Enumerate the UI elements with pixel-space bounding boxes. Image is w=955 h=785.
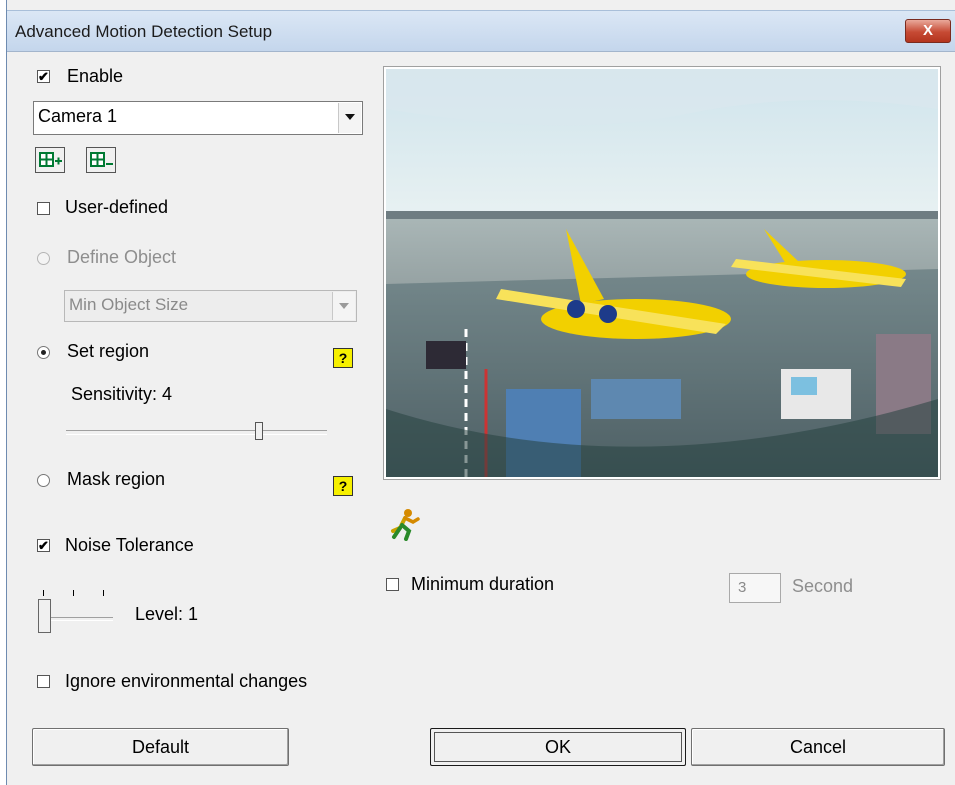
sensitivity-label: Sensitivity: 4 [71,384,173,404]
title-bar[interactable]: Advanced Motion Detection Setup X [7,10,955,52]
define-object-radio[interactable] [37,252,50,265]
running-man-icon [391,509,420,541]
mask-region-label: Mask region [67,469,166,489]
cancel-button[interactable]: Cancel [691,728,945,766]
duration-unit-label: Second [792,576,854,596]
level-tick [103,590,104,596]
noise-tolerance-checkbox[interactable]: ✔ [37,539,50,552]
close-button[interactable]: X [905,19,951,43]
level-tick [43,590,44,596]
set-region-label: Set region [67,341,150,361]
grid-add-icon [39,152,62,167]
default-button[interactable]: Default [32,728,289,766]
minimum-duration-label: Minimum duration [411,574,555,594]
grid-remove-icon [90,152,113,167]
sensitivity-slider-track[interactable] [66,430,327,435]
chevron-down-icon [338,103,361,133]
noise-tolerance-label: Noise Tolerance [65,535,194,555]
minimum-duration-input[interactable]: 3 [729,573,781,603]
dialog-window: Advanced Motion Detection Setup X ✔ Enab… [6,0,955,785]
camera-select[interactable]: Camera 1 [33,101,363,135]
ok-button[interactable]: OK [430,728,686,766]
user-defined-label: User-defined [65,197,169,217]
level-label: Level: 1 [135,604,199,624]
level-tick [73,590,74,596]
add-region-button[interactable] [35,147,65,173]
enable-label: Enable [67,66,124,86]
level-slider-thumb[interactable] [38,599,51,633]
set-region-radio[interactable] [37,346,50,359]
mask-region-help-icon[interactable]: ? [333,476,353,496]
enable-checkbox[interactable]: ✔ [37,70,50,83]
object-size-select[interactable]: Min Object Size [64,290,357,322]
user-defined-checkbox[interactable] [37,202,50,215]
chevron-down-icon [332,292,355,320]
define-object-label: Define Object [67,247,177,267]
ignore-environment-label: Ignore environmental changes [65,671,308,691]
camera-select-value: Camera 1 [38,106,118,126]
window-title: Advanced Motion Detection Setup [15,22,273,41]
object-size-value: Min Object Size [69,295,189,314]
set-region-help-icon[interactable]: ? [333,348,353,368]
minimum-duration-checkbox[interactable] [386,578,399,591]
level-slider-track[interactable] [43,617,113,621]
close-icon: X [922,22,933,39]
remove-region-button[interactable] [86,147,116,173]
camera-preview[interactable] [383,66,941,480]
sensitivity-slider-thumb[interactable] [255,422,263,440]
mask-region-radio[interactable] [37,474,50,487]
camera-preview-image [386,69,938,477]
ignore-environment-checkbox[interactable] [37,675,50,688]
